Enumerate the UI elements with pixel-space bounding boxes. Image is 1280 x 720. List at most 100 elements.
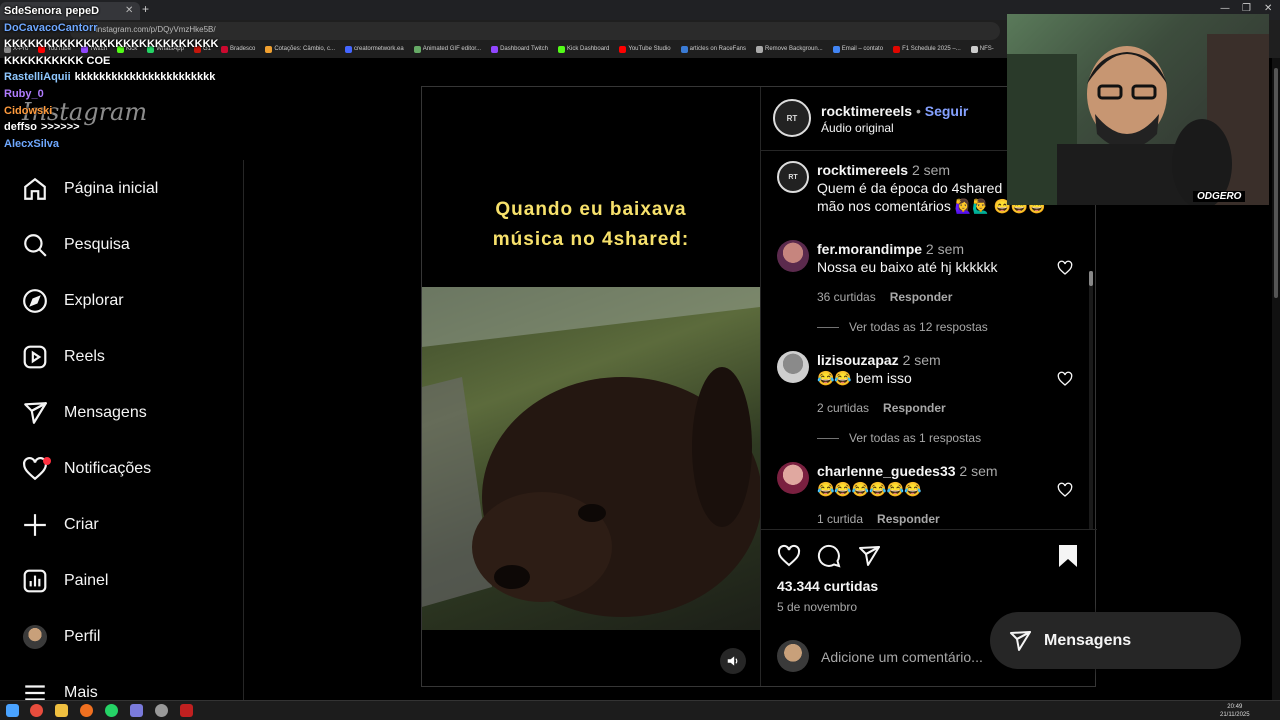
nav-item-home[interactable]: Página inicial: [22, 174, 158, 204]
reel-video[interactable]: Quando eu baixava música no 4shared:: [422, 87, 760, 686]
reply-button[interactable]: Responder: [883, 401, 946, 415]
chat-message: deffso >>>>>>: [4, 119, 244, 136]
bookmark-label: Cotações: Câmbio, c...: [274, 46, 336, 52]
minimize-icon[interactable]: —: [1220, 3, 1230, 14]
comment-username[interactable]: lizisouzapaz: [817, 352, 899, 368]
plus-icon: [22, 512, 48, 538]
nav-item-dashboard[interactable]: Painel: [22, 566, 108, 596]
bookmark-favicon-icon: [619, 45, 627, 53]
add-comment-input[interactable]: Adicione um comentário...: [821, 649, 983, 665]
heart-icon: [22, 456, 51, 482]
app-icon[interactable]: [155, 704, 168, 717]
comment-username[interactable]: rocktimereels: [817, 162, 908, 178]
caption-line: música no 4shared:: [492, 229, 690, 250]
view-replies[interactable]: Ver todas as 1 respostas: [817, 431, 981, 445]
bookmark-item[interactable]: Kick Dashboard: [558, 42, 609, 56]
bookmark-item[interactable]: Dashboard Twitch: [491, 42, 548, 56]
page-scrollbar[interactable]: [1272, 58, 1280, 700]
like-comment-icon[interactable]: [1057, 482, 1073, 503]
comment-icon[interactable]: [817, 544, 841, 573]
reels-icon: [22, 344, 48, 370]
comment-time: 2 sem: [959, 463, 998, 479]
likes-count[interactable]: 43.344 curtidas: [777, 578, 878, 594]
video-frame-dog: [422, 287, 760, 630]
bookmark-item[interactable]: Cotações: Câmbio, c...: [265, 42, 335, 56]
app-icon[interactable]: [130, 704, 143, 717]
comment-username[interactable]: charlenne_guedes33: [817, 463, 956, 479]
webcam-overlay: ODGERO: [1007, 14, 1269, 205]
nav-item-notifications[interactable]: Notificações: [22, 454, 151, 484]
audio-label[interactable]: Áudio original: [821, 121, 894, 135]
chat-message: Cidowski: [4, 103, 244, 120]
stream-chat-overlay: SdeSenora pepeD DoCavacoCantorr KKKKKKKKKKK…: [4, 3, 244, 152]
whatsapp-icon[interactable]: [105, 704, 118, 717]
bookmark-item[interactable]: Email – contato: [832, 42, 883, 56]
commenter-avatar[interactable]: [777, 351, 809, 383]
app-icon[interactable]: [80, 704, 93, 717]
bookmark-item[interactable]: Animated GIF editor...: [413, 42, 481, 56]
comment-likes[interactable]: 2 curtidas: [817, 401, 869, 415]
bookmark-item[interactable]: NFS-: [970, 42, 994, 56]
reply-button[interactable]: Responder: [877, 512, 940, 526]
audio-icon[interactable]: [720, 648, 746, 674]
author-avatar[interactable]: RT: [777, 161, 809, 193]
chrome-icon[interactable]: [30, 704, 43, 717]
clock-date: 21/11/2025: [1220, 712, 1250, 718]
author-avatar[interactable]: RT: [773, 99, 811, 137]
maximize-icon[interactable]: ❐: [1242, 3, 1251, 14]
comment-likes[interactable]: 1 curtida: [817, 512, 863, 526]
start-icon[interactable]: [6, 704, 19, 717]
windows-taskbar: 20:49 21/11/2025: [0, 700, 1280, 720]
nav-item-messages[interactable]: Mensagens: [22, 398, 147, 428]
bookmark-item[interactable]: F1 Schedule 2025 –...: [893, 42, 961, 56]
nav-label: Painel: [64, 572, 109, 589]
nav-item-create[interactable]: Criar: [22, 510, 99, 540]
chat-username: Cidowski: [4, 104, 53, 117]
view-replies[interactable]: Ver todas as 12 respostas: [817, 320, 988, 334]
bookmark-label: F1 Schedule 2025 –...: [902, 46, 961, 52]
follow-button[interactable]: Seguir: [925, 103, 969, 119]
like-comment-icon[interactable]: [1057, 260, 1073, 281]
bookmark-favicon-icon: [832, 45, 840, 53]
bookmark-favicon-icon: [970, 45, 978, 53]
commenter-avatar[interactable]: [777, 462, 809, 494]
comment-text: 😂😂 bem isso: [817, 370, 912, 386]
separator-dot: •: [915, 103, 921, 119]
bookmark-item[interactable]: articles on RaceFans: [680, 42, 746, 56]
comment-likes[interactable]: 36 curtidas: [817, 290, 876, 304]
author-username[interactable]: rocktimereels: [821, 103, 912, 119]
close-window-icon[interactable]: ✕: [1264, 3, 1272, 14]
chat-username: AlecxSilva: [4, 137, 60, 150]
nav-item-reels[interactable]: Reels: [22, 342, 105, 372]
bookmark-item[interactable]: YouTube Studio: [619, 42, 671, 56]
home-icon: [22, 176, 48, 202]
comment-text: Nossa eu baixo até hj kkkkkk: [817, 259, 998, 275]
bookmark-label: YouTube Studio: [628, 46, 671, 52]
app-icon[interactable]: [180, 704, 193, 717]
nav-item-explore[interactable]: Explorar: [22, 286, 124, 316]
search-icon: [22, 232, 48, 258]
bookmark-favicon-icon: [413, 45, 421, 53]
like-icon[interactable]: [777, 544, 801, 573]
share-icon[interactable]: [857, 544, 881, 573]
nav-item-profile[interactable]: Perfil: [22, 622, 100, 652]
nav-item-search[interactable]: Pesquisa: [22, 230, 130, 260]
comments-scrollbar[interactable]: [1089, 271, 1093, 529]
chat-username: DoCavacoCantorr: [4, 21, 98, 34]
comment-time: 2 sem: [902, 352, 941, 368]
reply-button[interactable]: Responder: [890, 290, 953, 304]
save-icon[interactable]: [1057, 544, 1079, 573]
messages-button[interactable]: Mensagens: [990, 612, 1241, 669]
nav-label: Mensagens: [64, 404, 147, 421]
bookmark-item[interactable]: Remove Backgroun...: [756, 42, 823, 56]
comment-username[interactable]: fer.morandimpe: [817, 241, 922, 257]
commenter-avatar[interactable]: [777, 240, 809, 272]
bookmark-item[interactable]: creatormetwork.ea: [345, 42, 404, 56]
chat-message: KKKKKKKKKK COE: [4, 53, 244, 70]
file-explorer-icon[interactable]: [55, 704, 68, 717]
bookmark-label: Remove Backgroun...: [765, 46, 823, 52]
chat-username: deffso: [4, 121, 37, 134]
system-clock[interactable]: 20:49 21/11/2025: [1220, 703, 1250, 719]
video-caption: Quando eu baixava música no 4shared:: [422, 195, 760, 255]
like-comment-icon[interactable]: [1057, 371, 1073, 392]
